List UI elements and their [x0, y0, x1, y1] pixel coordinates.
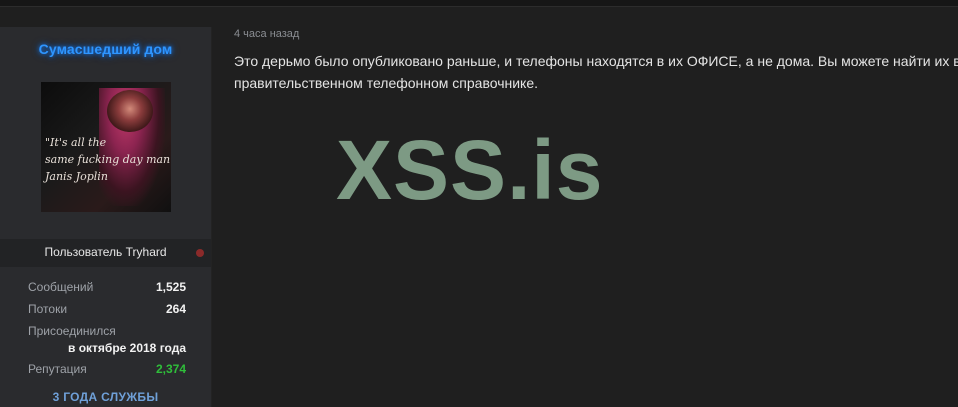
avatar-caption: "It's all the same fucking day man..." J…	[45, 134, 171, 185]
status-dot-icon	[196, 249, 204, 257]
post-body: Это дерьмо было опубликовано раньше, и т…	[234, 50, 958, 94]
avatar-caption-line: same fucking day man..."	[45, 153, 171, 166]
stat-messages: Сообщений 1,525	[28, 278, 186, 300]
avatar-caption-line: "It's all the	[45, 136, 107, 149]
stat-reputation-value[interactable]: 2,374	[156, 362, 186, 376]
user-stats: Сообщений 1,525 Потоки 264 Присоединился…	[28, 278, 186, 376]
avatar[interactable]: "It's all the same fucking day man..." J…	[41, 82, 171, 212]
page: Сумасшедший дом "It's all the same fucki…	[0, 0, 958, 407]
post-text-line: правительственном телефонном справочнике…	[234, 75, 539, 91]
stat-threads-value[interactable]: 264	[166, 302, 186, 316]
stat-threads-label: Потоки	[28, 302, 68, 316]
avatar-caption-line: Janis Joplin	[45, 170, 108, 183]
stat-messages-value[interactable]: 1,525	[156, 280, 186, 294]
stat-messages-label: Сообщений	[28, 280, 94, 294]
user-title: Пользователь Tryhard	[44, 245, 167, 259]
stat-joined-label: Присоединился	[28, 324, 116, 338]
user-panel: Сумасшедший дом "It's all the same fucki…	[0, 27, 212, 407]
service-badge: 3 ГОДА СЛУЖБЫ	[52, 390, 159, 404]
top-border	[0, 0, 958, 7]
post-text-line: Это дерьмо было опубликовано раньше, и т…	[234, 53, 958, 69]
stat-joined-value: в октябре 2018 года	[67, 341, 186, 355]
watermark-text: XSS.is	[336, 123, 604, 217]
username-link[interactable]: Сумасшедший дом	[0, 41, 211, 57]
avatar-hair	[107, 90, 153, 132]
stat-reputation-label: Репутация	[28, 362, 87, 376]
post-timestamp[interactable]: 4 часа назад	[234, 28, 299, 40]
stat-threads: Потоки 264	[28, 300, 186, 322]
user-title-bar: Пользователь Tryhard	[0, 239, 211, 267]
